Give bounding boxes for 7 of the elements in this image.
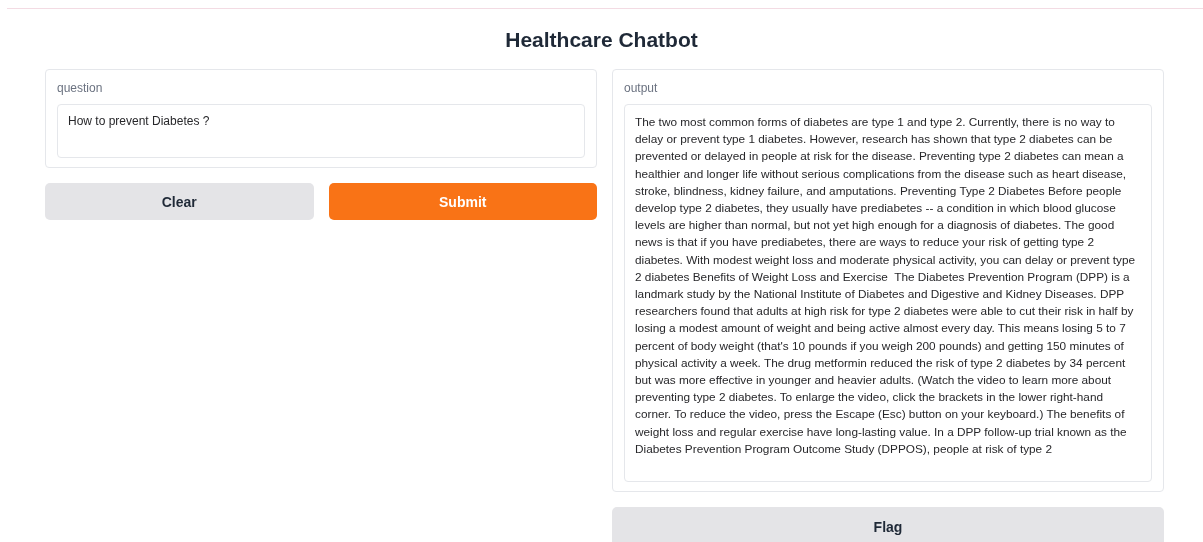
- output-field[interactable]: The two most common forms of diabetes are type 1 and type 2. Currently, there is no way to delay or prevent type 1 diabetes. However, research has shown that type 2 diabetes can be prevented or delayed in people at risk for the disease. Preventing type 2 diabetes can mean a healthier and longer life without serious complications from the disease such as heart disease, stroke, blindness, kidney failure, and amputations. Preventing Type 2 Diabetes Before people develop type 2 diabetes, they usually have prediabetes -- a condition in which blood glucose levels are higher than normal, but not yet high enough for a diagnosis of diabetes. The good news is that if you have prediabetes, there are ways to reduce your risk of getting type 2 diabetes. With modest weight loss and moderate physical activity, you can delay or prevent type 2 diabetes Benefits of Weight Loss and Exercise The Diabetes Prevention Program (DPP) is a landmark study by the National Institute of Diabetes and Digestive and Kidney Diseases. DPP researchers found that adults at high risk for type 2 diabetes were able to cut their risk in half by losing a modest amount of weight and being active almost every day. This means losing 5 to 7 percent of body weight (that's 10 pounds if you weigh 200 pounds) and getting 150 minutes of physical activity a week. The drug metformin reduced the risk of type 2 diabetes by 34 percent but was more effective in younger and heavier adults. (Watch the video to learn more about preventing type 2 diabetes. To enlarge the video, click the brackets in the lower right-hand corner. To reduce the video, press the Escape (Esc) button on your keyboard.) The benefits of weight loss and regular exercise have long-lasting value. In a DPP follow-up trial known as the Diabetes Prevention Program Outcome Study (DPPOS), people at risk of type 2: [624, 104, 1152, 482]
- field-label: output: [624, 81, 658, 95]
- question-field[interactable]: How to prevent Diabetes ?: [57, 104, 585, 158]
- field-label: question: [57, 81, 103, 95]
- clear-button[interactable]: Clear: [45, 183, 314, 220]
- flag-button[interactable]: Flag: [612, 507, 1164, 542]
- page-title: Healthcare Chatbot: [504, 27, 699, 53]
